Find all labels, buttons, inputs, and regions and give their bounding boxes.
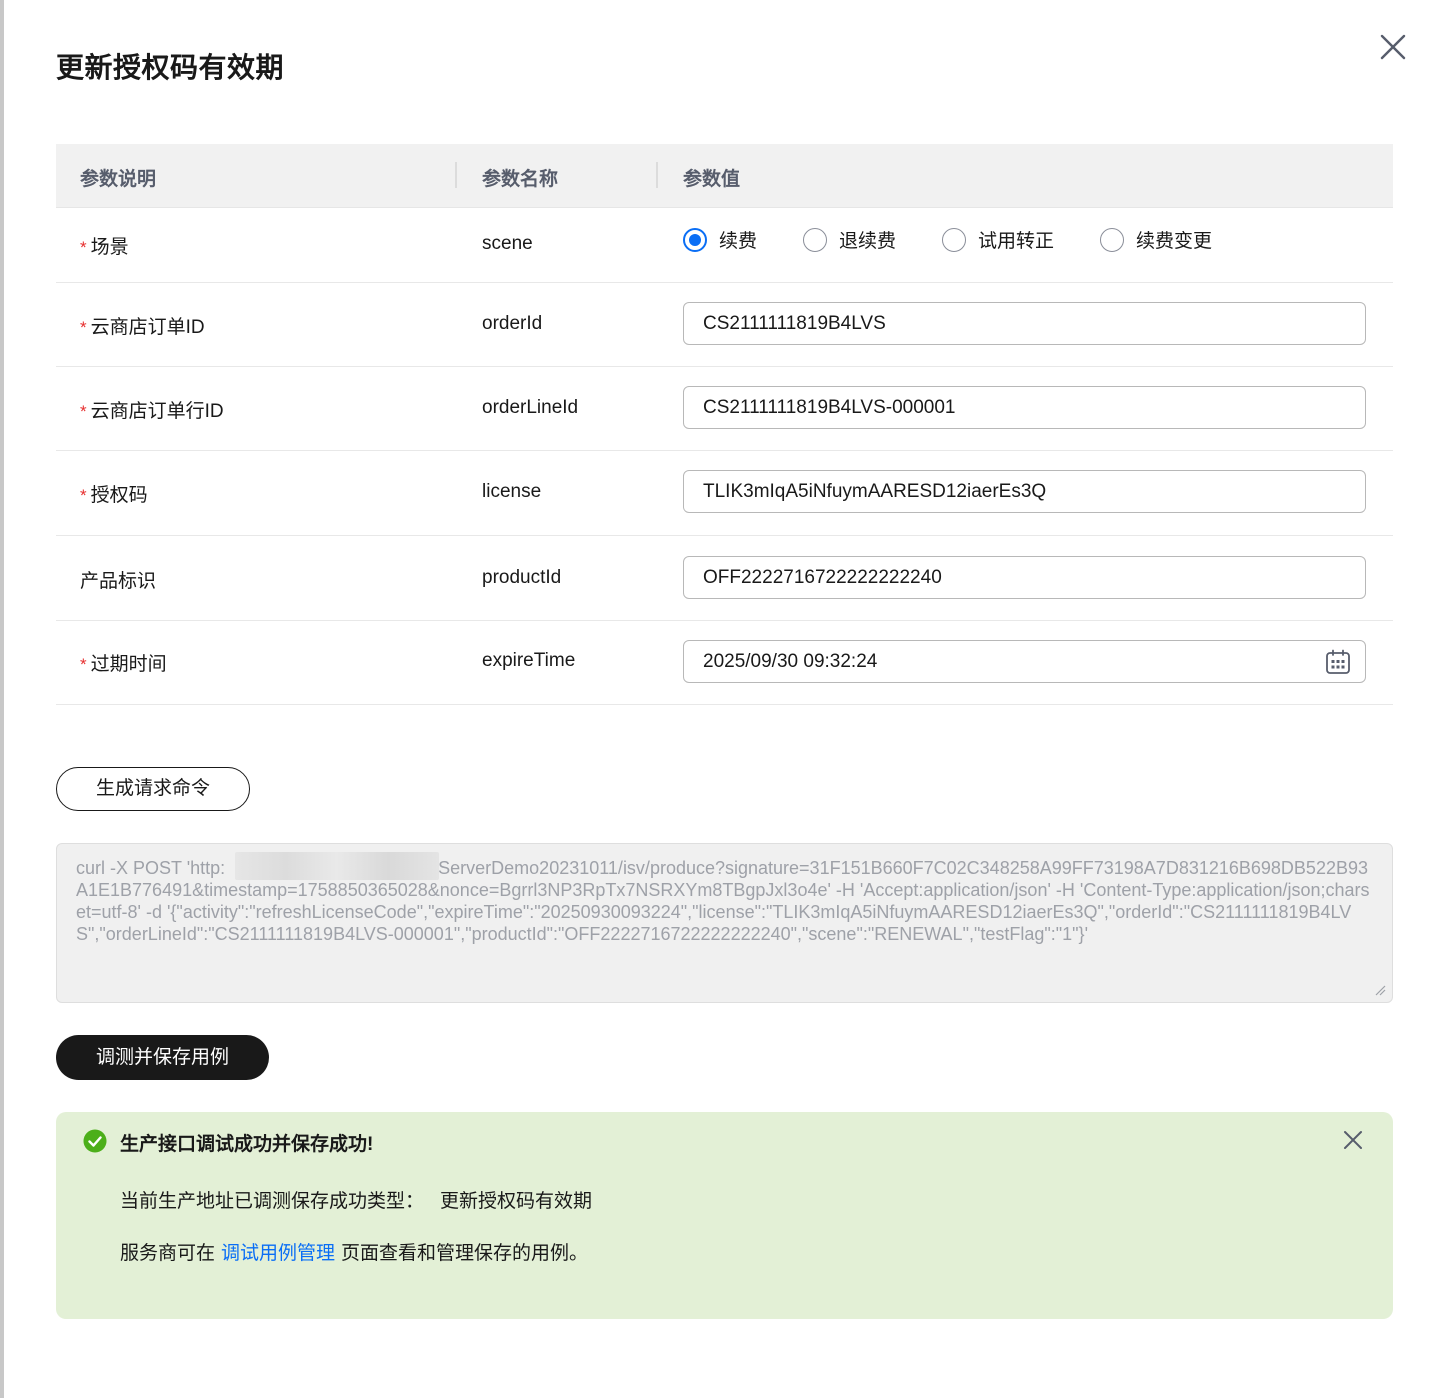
param-desc: * 场景 bbox=[80, 237, 129, 258]
alert-type-label: 当前生产地址已调测保存成功类型： bbox=[120, 1191, 425, 1212]
scene-radio-group: 续费 退续费 试用转正 续费变更 bbox=[683, 226, 1258, 253]
required-mark: * bbox=[80, 318, 87, 337]
redacted-host bbox=[235, 852, 439, 880]
dialog-title: 更新授权码有效期 bbox=[56, 52, 285, 83]
table-header: 参数说明 参数名称 参数值 bbox=[56, 144, 1393, 208]
table-row-orderlineid: * 云商店订单行ID orderLineId CS2111111819B4LVS-… bbox=[56, 367, 1393, 451]
column-divider bbox=[455, 162, 457, 188]
close-icon[interactable] bbox=[1378, 32, 1408, 62]
required-mark: * bbox=[80, 486, 87, 505]
generate-command-button[interactable]: 生成请求命令 bbox=[56, 767, 250, 811]
test-case-management-link[interactable]: 调试用例管理 bbox=[221, 1243, 335, 1264]
command-prefix: curl -X POST 'http: bbox=[76, 858, 226, 878]
param-desc: * 云商店订单行ID bbox=[80, 401, 224, 422]
param-name: scene bbox=[482, 233, 533, 254]
column-header-desc: 参数说明 bbox=[80, 169, 157, 190]
param-table: 参数说明 参数名称 参数值 * 场景 scene 续费 退续费 试用转正 续费变… bbox=[56, 144, 1393, 705]
column-header-name: 参数名称 bbox=[482, 169, 559, 190]
table-row-license: * 授权码 license TLIK3mIqA5iNfuymAARESD12iae… bbox=[56, 451, 1393, 536]
calendar-icon[interactable] bbox=[1325, 649, 1351, 675]
required-mark: * bbox=[80, 402, 87, 421]
scene-radio-renewal[interactable]: 续费 bbox=[683, 226, 757, 253]
license-input[interactable]: TLIK3mIqA5iNfuymAARESD12iaerEs3Q bbox=[683, 470, 1366, 513]
scene-radio-refund-renewal[interactable]: 退续费 bbox=[803, 226, 896, 253]
orderlineid-input[interactable]: CS2111111819B4LVS-000001 bbox=[683, 386, 1366, 429]
test-and-save-button[interactable]: 调测并保存用例 bbox=[56, 1035, 269, 1080]
alert-manage-suffix: 页面查看和管理保存的用例。 bbox=[341, 1243, 589, 1264]
column-header-value: 参数值 bbox=[683, 169, 741, 190]
expiretime-value: 2025/09/30 09:32:24 bbox=[703, 651, 878, 672]
radio-unchecked-icon bbox=[1100, 227, 1125, 252]
param-desc: 产品标识 bbox=[80, 571, 157, 592]
check-circle-icon bbox=[83, 1129, 107, 1153]
column-divider bbox=[656, 162, 658, 188]
expiretime-date-picker[interactable]: 2025/09/30 09:32:24 bbox=[683, 640, 1366, 683]
param-name: license bbox=[482, 481, 542, 502]
param-desc: * 云商店订单ID bbox=[80, 317, 205, 338]
table-row-productid: 产品标识 productId OFF2222716722222222240 bbox=[56, 536, 1393, 621]
param-name: orderLineId bbox=[482, 397, 579, 418]
radio-unchecked-icon bbox=[942, 227, 967, 252]
table-row-orderid: * 云商店订单ID orderId CS2111111819B4LVS bbox=[56, 283, 1393, 367]
param-name: productId bbox=[482, 567, 562, 588]
param-desc: * 授权码 bbox=[80, 485, 148, 506]
alert-type-line: 当前生产地址已调测保存成功类型： 更新授权码有效期 bbox=[120, 1186, 592, 1213]
required-mark: * bbox=[80, 655, 87, 674]
alert-title: 生产接口调试成功并保存成功! bbox=[120, 1134, 374, 1155]
alert-type-value: 更新授权码有效期 bbox=[440, 1191, 593, 1212]
orderid-input[interactable]: CS2111111819B4LVS bbox=[683, 302, 1366, 345]
param-name: expireTime bbox=[482, 650, 576, 671]
alert-manage-prefix: 服务商可在 bbox=[120, 1243, 216, 1264]
productid-input[interactable]: OFF2222716722222222240 bbox=[683, 556, 1366, 599]
param-name: orderId bbox=[482, 313, 543, 334]
table-row-scene: * 场景 scene 续费 退续费 试用转正 续费变更 bbox=[56, 208, 1393, 283]
resize-handle-icon[interactable] bbox=[1374, 984, 1386, 996]
request-command-textarea[interactable]: curl -X POST 'http: sServerDemo20231011/i… bbox=[56, 843, 1393, 1003]
success-alert: 生产接口调试成功并保存成功! 当前生产地址已调测保存成功类型： 更新授权码有效期 … bbox=[56, 1112, 1393, 1319]
radio-unchecked-icon bbox=[803, 227, 828, 252]
radio-checked-icon bbox=[683, 227, 707, 252]
required-mark: * bbox=[80, 238, 87, 257]
table-row-expiretime: * 过期时间 expireTime 2025/09/30 09:32:24 bbox=[56, 621, 1393, 705]
scene-radio-trial-convert[interactable]: 试用转正 bbox=[942, 226, 1054, 253]
update-license-dialog: 更新授权码有效期 参数说明 参数名称 参数值 * 场景 scene 续费 退续费… bbox=[4, 0, 1440, 1398]
alert-manage-line: 服务商可在 调试用例管理 页面查看和管理保存的用例。 bbox=[120, 1238, 588, 1265]
param-desc: * 过期时间 bbox=[80, 654, 167, 675]
scene-radio-renewal-change[interactable]: 续费变更 bbox=[1100, 226, 1212, 253]
close-icon[interactable] bbox=[1342, 1129, 1364, 1151]
